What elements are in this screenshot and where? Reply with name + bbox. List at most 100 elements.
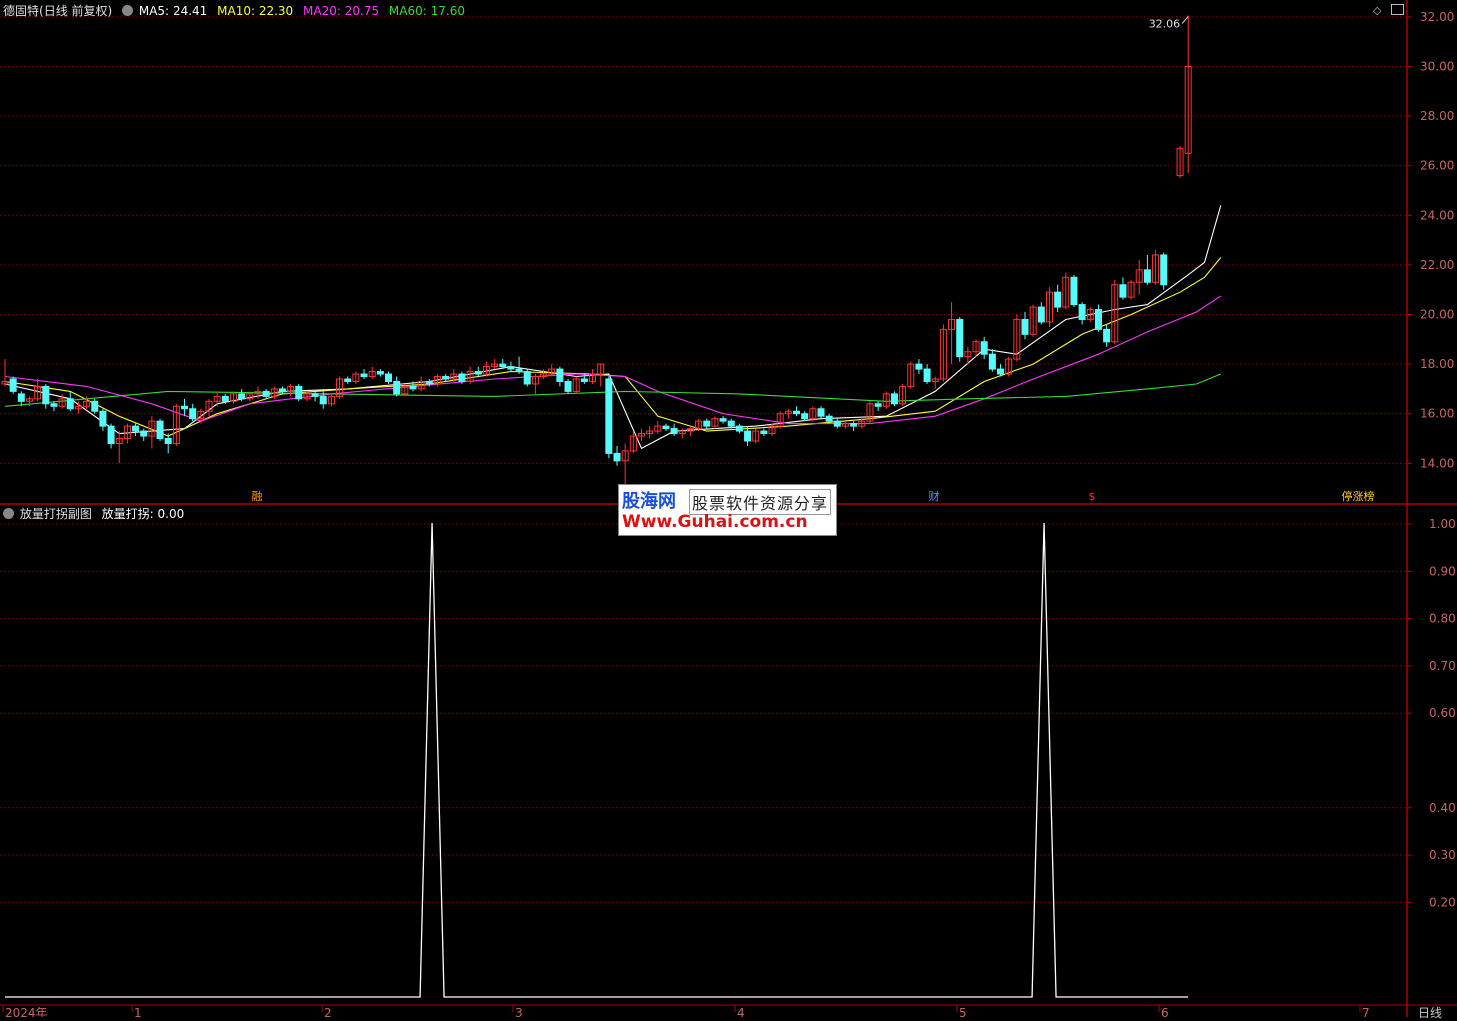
event-marker: $ (1089, 490, 1096, 503)
candle-body (385, 373, 393, 382)
time-tick-label: 5 (959, 1006, 967, 1017)
candle-body (319, 395, 327, 405)
candle-body (156, 420, 164, 440)
ma20-label: MA20: (303, 4, 341, 18)
ma10-value: 22.30 (258, 4, 294, 18)
candle-body (221, 395, 229, 402)
event-marker: 停涨榜 (1342, 489, 1375, 503)
candle-body (613, 452, 621, 462)
candle-body (793, 410, 801, 415)
candle-body (311, 393, 319, 397)
candle-body (1037, 306, 1045, 323)
stock-mode: (日线 前复权) (39, 4, 113, 18)
price-tick-label: 22.00 (1420, 258, 1454, 272)
candle-body (91, 400, 99, 412)
price-tick-label: 32.00 (1420, 10, 1454, 24)
time-tick-label: 7 (1362, 1006, 1370, 1017)
ma-line-ma60 (4, 373, 1222, 407)
window-toggle-icon[interactable] (1391, 4, 1404, 15)
candle-body (189, 408, 197, 420)
candle-body (164, 438, 172, 444)
candle-body (140, 430, 148, 437)
candle-body (923, 368, 931, 382)
time-tick-label: 4 (737, 1006, 745, 1017)
candle-body (9, 378, 17, 392)
candle-body (499, 363, 507, 368)
time-tick-label: 1 (134, 1006, 142, 1017)
candle-body (66, 398, 74, 410)
ma5-label: MA5: (138, 4, 170, 18)
time-tick-label: 2 (324, 1006, 332, 1017)
diamond-icon[interactable]: ◇ (1373, 4, 1381, 17)
candle-body (833, 420, 841, 427)
candle-body (915, 363, 923, 370)
indicator-tick-label: 0.70 (1429, 659, 1456, 673)
candle-body (874, 403, 882, 407)
candle-body (564, 380, 572, 392)
event-marker: 财 (929, 489, 940, 503)
event-marker: 融 (252, 490, 263, 503)
candle-body (132, 425, 140, 432)
candle-body (238, 393, 246, 400)
indicator-tick-label: 0.90 (1429, 564, 1456, 578)
period-label[interactable]: 日线 (1418, 1004, 1442, 1021)
candle-body (181, 405, 189, 410)
indicator-tick-label: 0.30 (1429, 848, 1456, 862)
candle-body (1054, 291, 1062, 308)
main-header: 德固特(日线 前复权) MA5: 24.41 MA10: 22.30 MA20:… (3, 4, 471, 18)
ma5-value: 24.41 (172, 4, 208, 18)
time-tick-label: 6 (1161, 1006, 1169, 1017)
watermark-brand: 股海网 (622, 491, 676, 512)
candle-body (515, 368, 523, 373)
candle-body (744, 430, 752, 442)
candle-body (17, 393, 25, 402)
candle-body (662, 425, 670, 430)
candle-body (727, 420, 735, 427)
candle-body (50, 403, 58, 407)
candle-body (760, 430, 768, 435)
sub-series-value: 0.00 (157, 507, 185, 521)
settings-icon[interactable] (122, 5, 134, 16)
price-tick-label: 26.00 (1420, 159, 1454, 173)
candle-body (1094, 309, 1102, 330)
ma10-label: MA10: (217, 4, 255, 18)
candle-body (980, 341, 988, 355)
sub-chart-name[interactable]: 放量打拐副图 (20, 507, 92, 521)
candle-body (474, 371, 482, 375)
candle-body (890, 393, 898, 405)
candle-body (425, 380, 433, 385)
price-tick-label: 24.00 (1420, 208, 1454, 222)
stock-name[interactable]: 德固特 (3, 4, 39, 18)
ma-line-ma5 (4, 205, 1222, 450)
price-tick-label: 28.00 (1420, 109, 1454, 123)
candle-body (817, 408, 825, 417)
candle-body (107, 425, 115, 444)
high-annotation-arrow (1181, 16, 1189, 24)
candle-body (393, 380, 401, 395)
candle-body (1070, 276, 1078, 306)
candle-body (344, 378, 352, 382)
candle-body (556, 368, 564, 382)
candle-body (1078, 304, 1086, 320)
price-tick-label: 14.00 (1420, 456, 1454, 470)
sub-settings-icon[interactable] (3, 508, 14, 519)
candle-body (825, 415, 833, 422)
candle-body (507, 366, 515, 370)
candle-body (997, 368, 1005, 375)
candle-body (42, 385, 50, 405)
candle-body (801, 413, 809, 420)
indicator-tick-label: 0.40 (1429, 801, 1456, 815)
candle-body (580, 378, 588, 382)
ma60-value: 17.60 (430, 4, 465, 18)
candle-body (376, 371, 384, 375)
watermark-url: Www.Guhai.com.cn (622, 512, 808, 532)
candle-body (295, 385, 303, 400)
candle-body (458, 373, 466, 382)
candle-body (703, 420, 711, 427)
watermark: 股海网 股票软件资源分享 Www.Guhai.com.cn (618, 484, 837, 536)
candle-body (850, 423, 858, 427)
high-annotation: 32.06 (1149, 17, 1181, 30)
candle-body (1160, 254, 1168, 286)
price-tick-label: 20.00 (1420, 308, 1454, 322)
candle-body (442, 376, 450, 380)
